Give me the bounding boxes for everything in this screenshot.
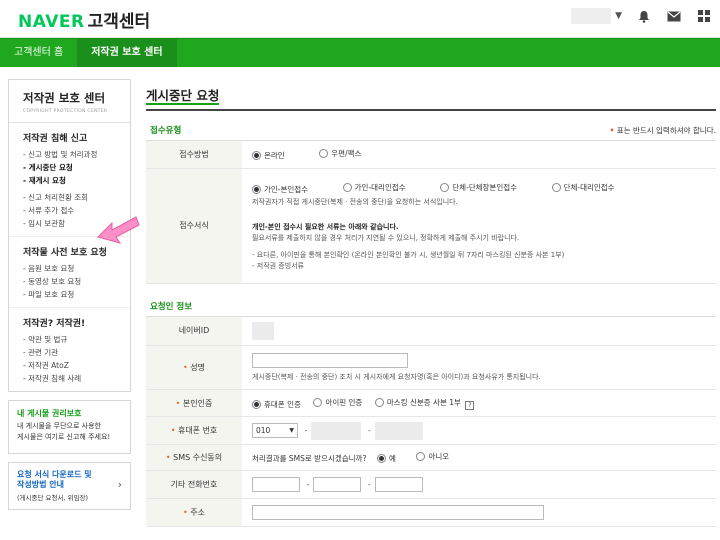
- rights-protection-banner[interactable]: 내 게시물 권리보호 내 게시물을 무단으로 사용한 게시물은 여기로 신고해 …: [8, 400, 131, 454]
- banner-desc: 내 게시물을 무단으로 사용한: [17, 422, 101, 430]
- main-content: 게시중단 요청 접수유형 • 표는 반드시 입력하셔야 합니다. 접수방법 온라…: [146, 79, 716, 527]
- address-input[interactable]: [252, 505, 544, 520]
- sidebar-title: 저작권 보호 센터: [23, 91, 106, 105]
- radio-sms-no[interactable]: 아니오: [416, 451, 449, 462]
- radio-sms-yes[interactable]: 예: [377, 453, 396, 464]
- mail-icon[interactable]: [666, 8, 682, 24]
- brand-logo-text: NAVER: [18, 12, 85, 32]
- global-nav: 고객센터 홈 저작권 보호 센터: [0, 38, 720, 67]
- radio-individual-self[interactable]: 가인-본인접수: [252, 184, 308, 195]
- naver-logo[interactable]: NAVER 고객센터: [18, 7, 150, 32]
- sidebar-item-takedown-request[interactable]: 게시중단 요청: [23, 161, 130, 174]
- required-docs-item: - 저작권 증빙서류: [252, 261, 305, 270]
- sidebar-item-agencies[interactable]: 관련 기관: [23, 346, 130, 359]
- radio-ipin-auth[interactable]: 아이핀 인증: [313, 397, 362, 408]
- phone-middle-blurred[interactable]: [311, 421, 362, 440]
- chevron-down-icon: ▼: [289, 427, 294, 434]
- banner-desc: 게시물은 여기로 신고해 주세요!: [17, 433, 111, 441]
- sidebar-subtitle: COPYRIGHT PROTECTION CENTER: [23, 109, 108, 114]
- service-name: 고객센터: [87, 12, 151, 32]
- page-title: 게시중단 요청: [146, 79, 716, 111]
- sidebar-item-repost-request[interactable]: 재게시 요청: [23, 174, 130, 187]
- receipt-form-label: 접수서식: [146, 168, 242, 284]
- sidebar-item-cases[interactable]: 저작권 침해 사례: [23, 372, 130, 385]
- chevron-right-icon: ›: [117, 478, 122, 491]
- sidebar-item-terms[interactable]: 약관 및 법규: [23, 333, 130, 346]
- name-input[interactable]: [252, 352, 408, 368]
- nav-customer-center-home[interactable]: 고객센터 홈: [0, 39, 77, 67]
- auth-label: 본인인증: [146, 389, 242, 417]
- required-docs-note: 필요서류를 제출하지 않을 경우 처리가 지연될 수 있으니, 정확하게 제출해…: [252, 233, 520, 242]
- user-area: ▼: [571, 8, 712, 24]
- address-label: 주소: [146, 498, 242, 527]
- radio-masked-id-copy[interactable]: 마스킹 신분증 사본 1부: [374, 397, 461, 408]
- sms-question: 처리결과를 SMS로 받으시겠습니까?: [252, 454, 367, 463]
- other-phone-label: 기타 전화번호: [146, 470, 242, 499]
- other-phone-1-input[interactable]: [252, 477, 300, 492]
- name-notice: 게시중단(복제 · 전송의 중단) 조치 시 게시자에게 요청자명(혹은 아이디…: [252, 372, 541, 381]
- banner-desc: (게시중단 요청서, 위임장): [17, 494, 89, 502]
- radio-individual-agent[interactable]: 가인-대리인접수: [342, 182, 406, 193]
- user-name-blurred[interactable]: [571, 8, 612, 24]
- radio-mail-fax[interactable]: 우편/팩스: [319, 148, 361, 159]
- phone-label: 휴대폰 번호: [146, 416, 242, 445]
- radio-group-agent[interactable]: 단체-대리인접수: [551, 182, 615, 193]
- banner-title: 작성방법 안내: [17, 480, 64, 489]
- name-label: 성명: [146, 345, 242, 390]
- sidebar-item-music-protect[interactable]: 음원 보호 요청: [23, 262, 130, 275]
- other-phone-3-input[interactable]: [374, 477, 423, 492]
- sidebar-item-status-lookup[interactable]: 신고 처리현황 조회: [23, 191, 130, 204]
- chevron-down-icon[interactable]: ▼: [615, 11, 622, 21]
- radio-group-self[interactable]: 단체-단체장본인접수: [440, 182, 517, 193]
- grid-icon[interactable]: [696, 8, 712, 24]
- required-docs-title: 개인-본인 접수시 필요한 서류는 아래와 같습니다.: [252, 222, 399, 231]
- sidebar-item-report-process[interactable]: 신고 방법 및 처리과정: [23, 148, 130, 161]
- phone-prefix-select[interactable]: 010 ▼: [252, 423, 298, 438]
- top-header: NAVER 고객센터 ▼: [0, 0, 720, 38]
- pink-arrow-icon: [97, 216, 140, 244]
- help-icon[interactable]: ?: [465, 400, 475, 410]
- section-title-receipt-type: 접수유형: [150, 126, 182, 136]
- left-sidebar: 저작권 보호 센터 COPYRIGHT PROTECTION CENTER 저작…: [8, 79, 131, 510]
- other-phone-2-input[interactable]: [313, 477, 362, 492]
- nav-copyright-center[interactable]: 저작권 보호 센터: [77, 39, 177, 67]
- sidebar-group-title: 저작권 침해 신고: [23, 134, 88, 144]
- radio-phone-auth[interactable]: 휴대폰 인증: [252, 399, 301, 410]
- form-download-banner[interactable]: 요청 서식 다운로드 및 작성방법 안내 (게시중단 요청서, 위임장) ›: [8, 462, 131, 510]
- sidebar-group-protect: 저작물 사전 보호 요청 음원 보호 요청 동영상 보호 요청 파일 보호 요청: [9, 237, 130, 308]
- required-note: • 표는 반드시 입력하셔야 합니다.: [609, 125, 716, 135]
- naver-id-label: 네이버ID: [146, 316, 242, 346]
- sidebar-item-atoz[interactable]: 저작권 AtoZ: [23, 359, 130, 372]
- radio-online[interactable]: 온라인: [252, 150, 285, 161]
- receipt-method-label: 접수방법: [146, 141, 242, 169]
- receipt-type-table: 접수방법 온라인 우편/팩스 접수서식 가인-본인접수 가인-대리인접수 단체-…: [146, 141, 716, 284]
- banner-title: 내 게시물 권리보호: [17, 409, 82, 418]
- requester-info-table: 네이버ID 성명 게시중단(복제 · 전송의 중단) 조치 시 게시자에게 요청…: [146, 316, 716, 527]
- required-docs-item: - 요다른, 아이핀을 통해 본인확인 (온라인 본인확인 불가 시, 생년월일…: [252, 250, 565, 259]
- sidebar-item-file-protect[interactable]: 파일 보호 요청: [23, 288, 130, 301]
- naver-id-value-blurred: [252, 321, 274, 340]
- section-title-requester-info: 요청인 정보: [150, 301, 193, 312]
- sidebar-item-video-protect[interactable]: 동영상 보호 요청: [23, 275, 130, 288]
- phone-last-blurred[interactable]: [374, 421, 423, 440]
- banner-title: 요청 서식 다운로드 및: [17, 470, 92, 479]
- sms-consent-label: SMS 수신동의: [146, 444, 242, 471]
- sidebar-group-copyright: 저작권? 저작권! 약관 및 법규 관련 기관 저작권 AtoZ 저작권 침해 …: [9, 308, 130, 391]
- form-description: 저작권자가 직접 게시중단(복제 · 전송의 중단)을 요청하는 서식입니다.: [252, 197, 458, 206]
- bell-icon[interactable]: [636, 8, 652, 24]
- sidebar-group-title: 저작권? 저작권!: [23, 319, 86, 329]
